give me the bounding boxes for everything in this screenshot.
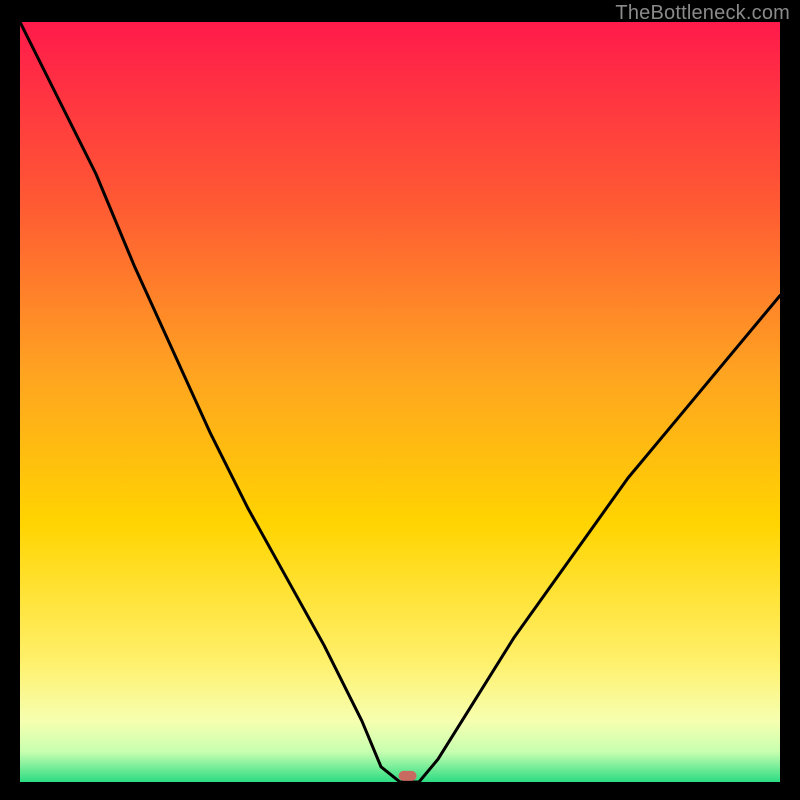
chart-frame: TheBottleneck.com — [0, 0, 800, 800]
watermark-text: TheBottleneck.com — [615, 2, 790, 25]
chart-svg — [20, 22, 780, 782]
plot-area — [20, 22, 780, 782]
optimal-point-marker — [399, 771, 417, 781]
gradient-background — [20, 22, 780, 782]
